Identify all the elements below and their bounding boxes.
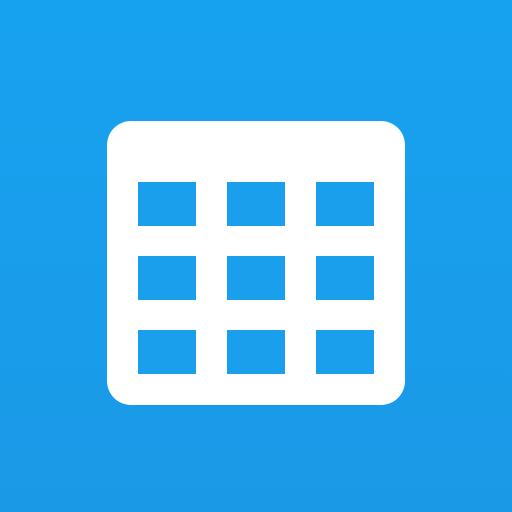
calendar-cell-r3-c1 (138, 330, 196, 374)
calendar-cell-r1-c3 (316, 182, 374, 226)
app-icon-background (0, 0, 512, 512)
calendar-cell-r3-c2 (227, 330, 285, 374)
calendar-cell-r2-c3 (316, 256, 374, 300)
calendar-cell-r2-c2 (227, 256, 285, 300)
calendar-cell-r1-c2 (227, 182, 285, 226)
calendar-cell-r1-c1 (138, 182, 196, 226)
calendar-grid-icon (107, 121, 405, 405)
calendar-cell-r2-c1 (138, 256, 196, 300)
calendar-header (107, 121, 405, 181)
calendar-cell-r3-c3 (316, 330, 374, 374)
